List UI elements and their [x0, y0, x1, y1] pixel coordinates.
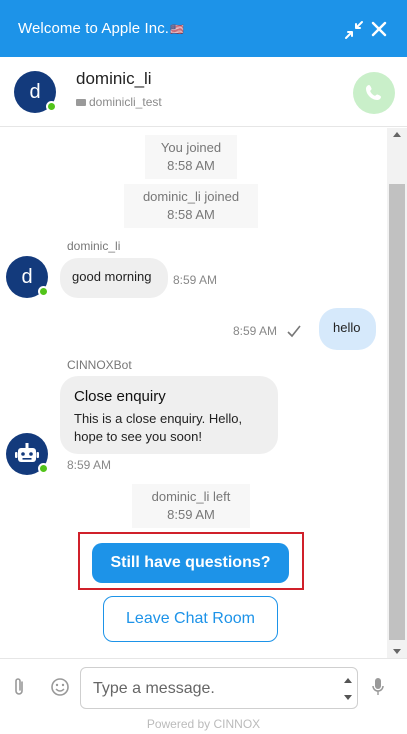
avatar-initial: d — [21, 266, 33, 288]
scroll-down-arrow-icon[interactable] — [393, 649, 401, 654]
system-message: You joined 8:58 AM — [145, 135, 237, 179]
system-message: dominic_li left 8:59 AM — [132, 484, 250, 528]
message-time: 8:59 AM — [67, 458, 112, 472]
input-spinner[interactable] — [344, 676, 352, 702]
system-message-text: dominic_li joined — [142, 189, 240, 204]
chat-widget: Welcome to Apple Inc.🇺🇸 d dominic_li dom… — [0, 0, 407, 734]
message-input[interactable] — [93, 677, 323, 701]
message-time: 8:59 AM — [173, 273, 218, 287]
paperclip-icon[interactable] — [12, 677, 26, 697]
flag-icon: 🇺🇸 — [170, 24, 184, 36]
bot-message-card: Close enquiry This is a close enquiry. H… — [60, 376, 278, 454]
system-message-text: You joined — [160, 140, 222, 155]
minimize-arrows-icon[interactable] — [344, 20, 364, 40]
scrollbar[interactable] — [387, 128, 407, 658]
still-have-questions-button[interactable]: Still have questions? — [92, 543, 289, 583]
scroll-up-arrow-icon[interactable] — [393, 132, 401, 137]
system-message: dominic_li joined 8:58 AM — [124, 184, 258, 228]
tag-icon — [76, 99, 86, 107]
system-message-time: 8:58 AM — [167, 207, 215, 222]
scrollbar-thumb[interactable] — [389, 184, 405, 640]
avatar-initial: d — [29, 81, 41, 103]
widget-title-text: Welcome to Apple Inc. — [18, 20, 170, 37]
message-list[interactable]: You joined 8:58 AM dominic_li joined 8:5… — [0, 128, 387, 658]
leave-chat-room-button[interactable]: Leave Chat Room — [103, 596, 278, 642]
system-message-time: 8:58 AM — [167, 158, 215, 173]
message-bubble: good morning — [60, 258, 168, 298]
message-input-wrapper — [80, 667, 358, 709]
system-message-text: dominic_li left — [151, 489, 231, 504]
close-icon[interactable] — [370, 20, 388, 38]
system-message-time: 8:59 AM — [167, 507, 215, 522]
message-composer — [0, 658, 407, 714]
checkmark-icon — [286, 324, 302, 338]
spinner-down-icon[interactable] — [344, 695, 352, 700]
card-title: Close enquiry — [74, 388, 166, 405]
contact-subname-text: dominicli_test — [89, 95, 162, 109]
message-time: 8:59 AM — [233, 324, 278, 338]
online-status-dot — [38, 286, 49, 297]
contact-subname: dominicli_test — [76, 95, 162, 109]
message-bubble-mine: hello — [319, 308, 376, 350]
online-status-dot — [46, 101, 57, 112]
message-sender: dominic_li — [67, 239, 121, 253]
spinner-up-icon[interactable] — [344, 678, 352, 683]
avatar[interactable]: d — [14, 71, 57, 113]
bot-avatar — [6, 433, 49, 475]
microphone-icon[interactable] — [371, 677, 385, 697]
contact-bar: d dominic_li dominicli_test — [0, 57, 407, 127]
powered-by: Powered by CINNOX — [0, 714, 407, 734]
widget-title: Welcome to Apple Inc.🇺🇸 — [18, 20, 184, 37]
call-button[interactable] — [353, 72, 395, 114]
online-status-dot — [38, 463, 49, 474]
title-bar: Welcome to Apple Inc.🇺🇸 — [0, 0, 407, 57]
card-body: This is a close enquiry. Hello, hope to … — [74, 411, 243, 444]
phone-icon — [366, 85, 381, 100]
message-sender: CINNOXBot — [67, 358, 132, 372]
emoji-icon[interactable] — [50, 677, 70, 697]
contact-name: dominic_li — [76, 69, 152, 88]
message-avatar: d — [6, 256, 49, 298]
